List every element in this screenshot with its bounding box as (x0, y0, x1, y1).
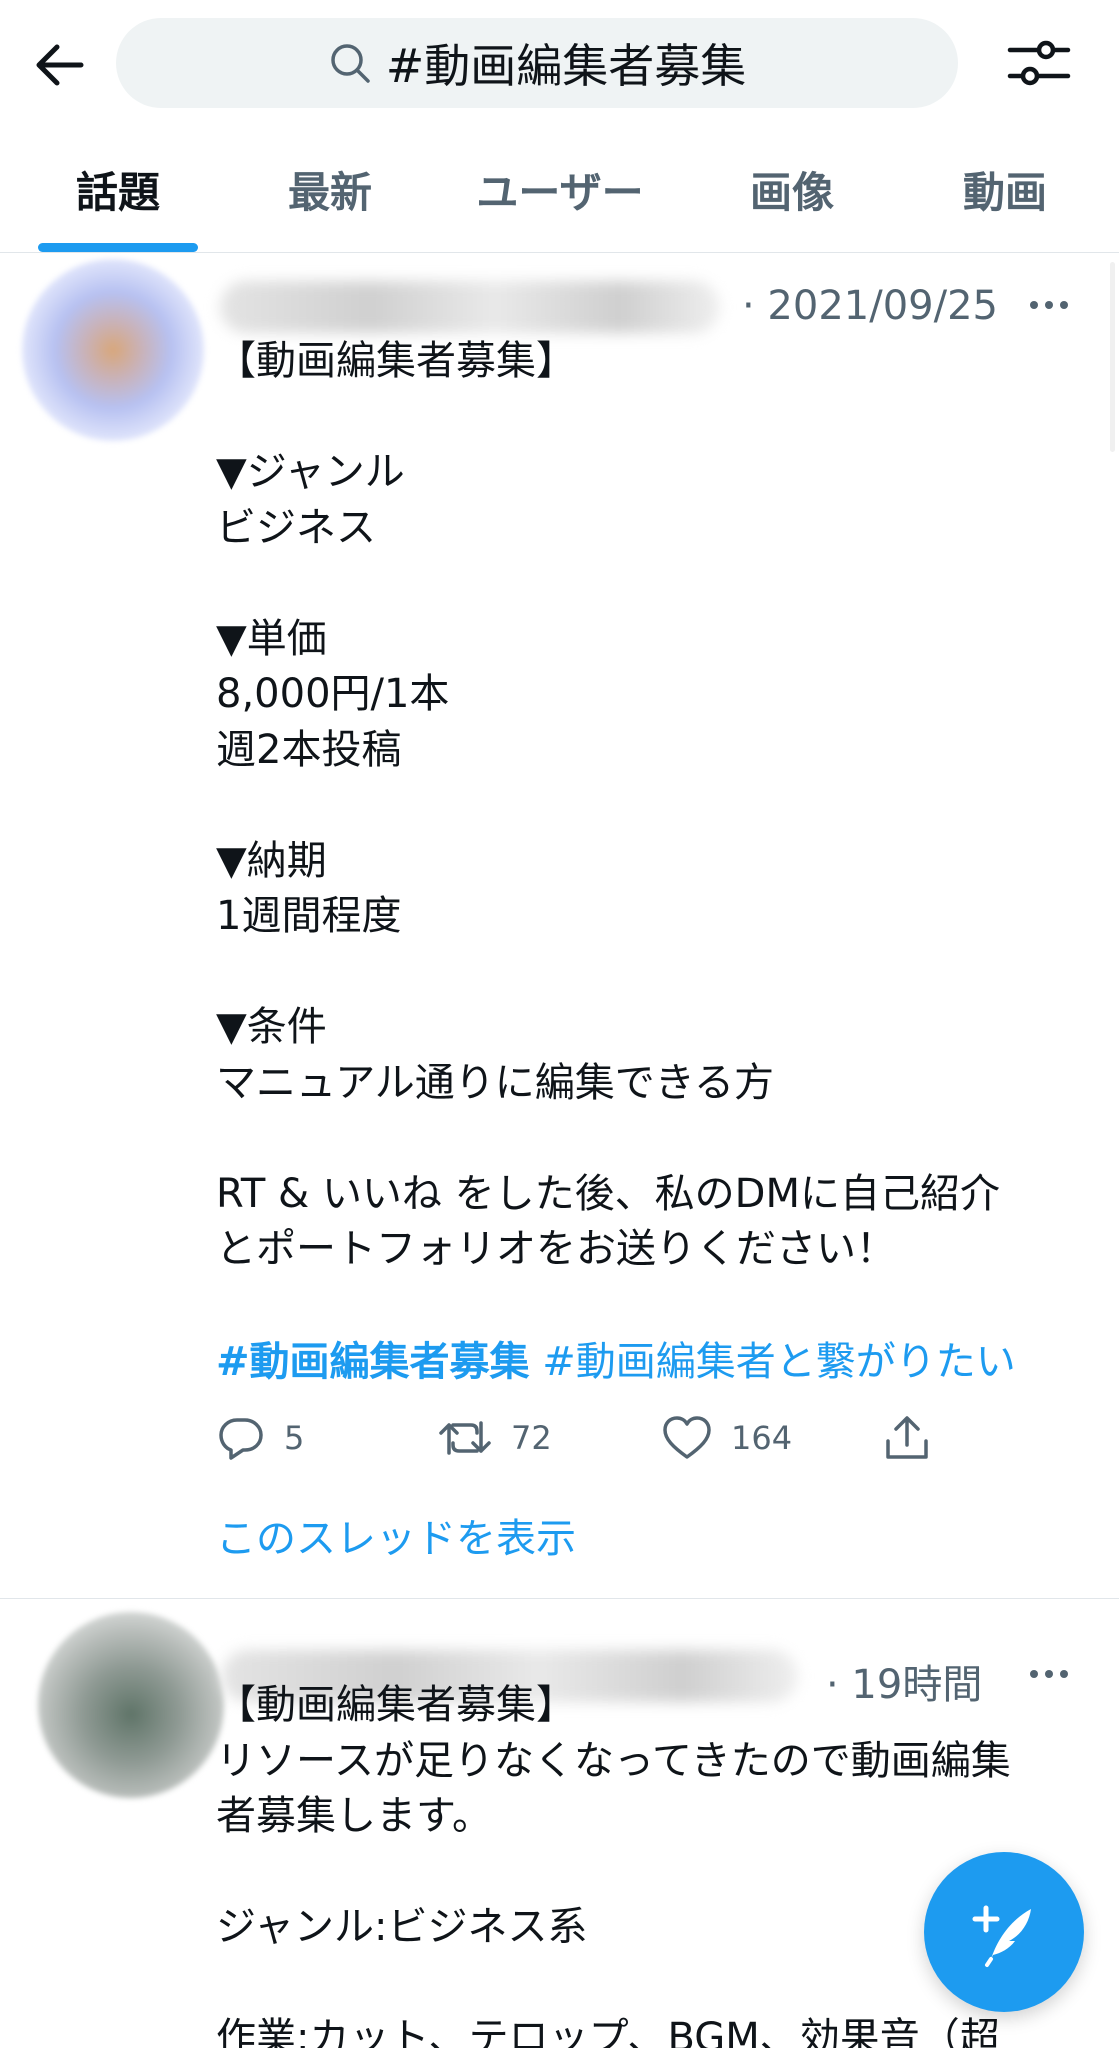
more-icon (1030, 301, 1038, 309)
header: #動画編集者募集 (0, 0, 1119, 125)
hashtag-link[interactable]: #動画編集者と繋がりたい (542, 1339, 1016, 1385)
tweet-date: · 2021/09/25 (742, 283, 998, 329)
share-icon (886, 1416, 928, 1459)
avatar[interactable] (38, 1612, 224, 1798)
compose-tweet-button[interactable] (924, 1852, 1084, 2012)
hashtag-link[interactable]: #動画編集者募集 (216, 1339, 530, 1385)
reply-icon (219, 1418, 263, 1460)
tab-videos[interactable]: 動画 (935, 125, 1075, 253)
filter-sliders-icon (1007, 40, 1071, 86)
avatar[interactable] (22, 259, 204, 441)
tweet[interactable]: · 2021/09/25 【動画編集者募集】 ▼ジャンル ビジネス ▼単価 8,… (0, 253, 1119, 1599)
search-results-screen: #動画編集者募集 話題 最新 ユーザー 画像 動画 · 2021/09/25 【… (0, 0, 1119, 2048)
show-thread-link[interactable]: このスレッドを表示 (216, 1506, 576, 1564)
tab-people[interactable]: ユーザー (460, 125, 660, 253)
tweet-actions: 5 72 164 (0, 1408, 1119, 1468)
tab-photos[interactable]: 画像 (722, 125, 862, 253)
more-icon (1030, 1670, 1038, 1678)
reply-count: 5 (284, 1419, 305, 1457)
retweet-icon (439, 1421, 491, 1455)
back-button[interactable] (28, 34, 90, 96)
tweet-text: 【動画編集者募集】 ▼ジャンル ビジネス ▼単価 8,000円/1本 週2本投稿… (216, 338, 1000, 1272)
search-icon (330, 44, 370, 83)
search-tabs: 話題 最新 ユーザー 画像 動画 (0, 125, 1119, 253)
back-arrow-icon (36, 44, 84, 86)
tab-top[interactable]: 話題 (38, 125, 198, 253)
share-button[interactable] (882, 1408, 932, 1468)
reply-button[interactable]: 5 (216, 1408, 304, 1468)
more-options-button[interactable] (1022, 285, 1076, 325)
like-button[interactable]: 164 (661, 1408, 792, 1468)
active-tab-indicator (38, 243, 198, 252)
retweet-count: 72 (511, 1419, 552, 1457)
like-count: 164 (731, 1419, 793, 1457)
tweet-hashtags: #動画編集者募集 #動画編集者と繋がりたい (216, 1329, 1016, 1387)
heart-icon (663, 1416, 711, 1459)
search-filter-button[interactable] (1004, 30, 1074, 96)
compose-tweet-icon (972, 1905, 1031, 1967)
search-bar[interactable]: #動画編集者募集 (116, 18, 958, 108)
user-name-blurred[interactable] (220, 281, 720, 333)
tab-latest[interactable]: 最新 (260, 125, 400, 253)
retweet-button[interactable]: 72 (437, 1408, 552, 1468)
search-query[interactable]: #動画編集者募集 (386, 30, 747, 96)
